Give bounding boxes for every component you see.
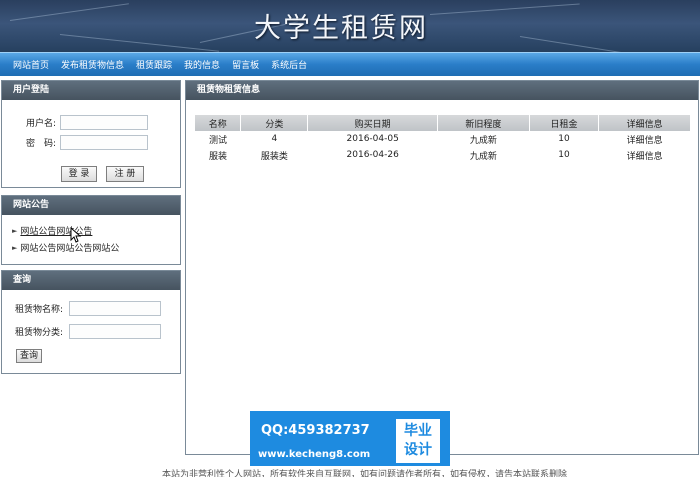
register-button[interactable]: 注 册 [106, 166, 144, 182]
username-label: 用户名: [26, 119, 57, 129]
cell-name: 服装 [208, 151, 227, 162]
main-nav: 网站首页 发布租赁物信息 租赁跟踪 我的信息 留言板 系统后台 [0, 52, 700, 76]
mouse-cursor-icon [70, 227, 82, 243]
table-header-row: 名称 分类 购买日期 新旧程度 日租金 详细信息 [195, 115, 691, 131]
rental-info-panel: 租赁物租赁信息 名称 分类 购买日期 新旧程度 日租金 详细信息 测试 4 20… [185, 80, 699, 455]
column-header: 购买日期 [307, 115, 439, 131]
watermark-website: www.kecheng8.com [258, 449, 371, 460]
site-title: 大学生租赁网 [254, 13, 428, 44]
table-row: 测试 4 2016-04-05 九成新 10 详细信息 [195, 131, 691, 147]
column-header: 名称 [195, 115, 242, 131]
cell-category: 4 [271, 134, 278, 144]
cell-purchase-date: 2016-04-05 [346, 134, 399, 144]
cell-condition: 九成新 [469, 135, 497, 146]
detail-link[interactable]: 详细信息 [599, 131, 691, 147]
nav-item-guestbook[interactable]: 留言板 [232, 58, 259, 71]
notice-list: ► 网站公告网站公告 ► 网站公告网站公告网站公 [12, 224, 119, 258]
username-row: 用户名: [26, 115, 149, 130]
item-category-label: 租赁物分类: [15, 328, 64, 338]
bullet-arrow-icon: ► [12, 226, 18, 235]
name-query-row: 租赁物名称: [15, 301, 162, 316]
login-panel-title: 用户登陆 [2, 81, 180, 100]
nav-item-my-info[interactable]: 我的信息 [184, 58, 220, 71]
notice-panel: 网站公告 ► 网站公告网站公告 ► 网站公告网站公告网站公 [1, 195, 181, 265]
detail-link[interactable]: 详细信息 [599, 147, 691, 163]
column-header: 分类 [240, 115, 309, 131]
watermark-badge: QQ:459382737 www.kecheng8.com 毕业 设计 [250, 411, 450, 466]
nav-item-publish[interactable]: 发布租赁物信息 [61, 58, 124, 71]
query-panel: 查询 租赁物名称: 租赁物分类: 查询 [1, 270, 181, 374]
header-banner: 大学生租赁网 [0, 0, 700, 52]
password-label: 密 码: [26, 139, 57, 149]
watermark-qq: QQ:459382737 [261, 423, 370, 438]
bullet-arrow-icon: ► [12, 243, 18, 252]
cell-daily-rent: 10 [558, 134, 570, 144]
nav-item-tracking[interactable]: 租赁跟踪 [136, 58, 172, 71]
notice-item[interactable]: ► 网站公告网站公告网站公 [12, 241, 119, 255]
table-row: 服装 服装类 2016-04-26 九成新 10 详细信息 [195, 147, 691, 163]
cell-daily-rent: 10 [558, 150, 570, 160]
banner-texture [59, 34, 220, 52]
cell-category: 服装类 [260, 151, 288, 162]
nav-item-home[interactable]: 网站首页 [13, 58, 49, 71]
query-panel-title: 查询 [2, 271, 180, 290]
cell-condition: 九成新 [469, 151, 497, 162]
column-header: 日租金 [529, 115, 600, 131]
password-input[interactable] [60, 135, 149, 150]
password-row: 密 码: [26, 135, 149, 150]
login-button[interactable]: 登 录 [61, 166, 97, 182]
notice-item[interactable]: ► 网站公告网站公告 [12, 224, 119, 238]
rental-table: 名称 分类 购买日期 新旧程度 日租金 详细信息 测试 4 2016-04-05… [195, 115, 691, 163]
category-query-row: 租赁物分类: [15, 324, 162, 339]
cell-purchase-date: 2016-04-26 [346, 150, 399, 160]
rental-info-title: 租赁物租赁信息 [186, 81, 698, 100]
nav-item-admin[interactable]: 系统后台 [271, 58, 307, 71]
username-input[interactable] [60, 115, 149, 130]
column-header: 详细信息 [598, 115, 691, 131]
item-category-input[interactable] [69, 324, 162, 339]
notice-panel-title: 网站公告 [2, 196, 180, 215]
query-button[interactable]: 查询 [16, 349, 42, 363]
banner-texture [519, 36, 688, 52]
watermark-tag: 毕业 设计 [396, 419, 440, 463]
cell-name: 测试 [208, 135, 227, 146]
banner-texture [9, 3, 129, 21]
item-name-label: 租赁物名称: [15, 305, 64, 315]
banner-texture [429, 3, 580, 15]
item-name-input[interactable] [69, 301, 162, 316]
login-panel: 用户登陆 用户名: 密 码: 登 录 注 册 [1, 80, 181, 188]
footer-text: 本站为非营利性个人网站，所有软件来自互联网，如有问题请作者所有，如有侵权，请告本… [162, 470, 568, 477]
column-header: 新旧程度 [437, 115, 530, 131]
